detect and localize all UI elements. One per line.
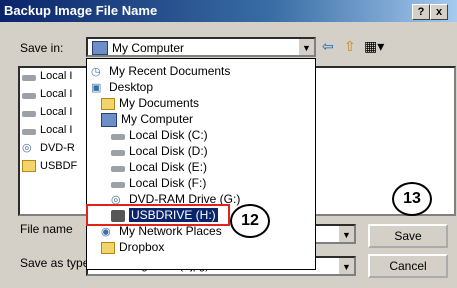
drive-icon xyxy=(22,92,36,99)
computer-icon xyxy=(92,41,108,55)
desktop-icon: ▣ xyxy=(91,81,102,94)
view-menu-icon[interactable]: ▦▾ xyxy=(364,38,384,55)
dropdown-item-dropbox[interactable]: Dropbox xyxy=(101,239,164,255)
file-name-label: File name xyxy=(20,222,73,236)
dropbox-folder-icon xyxy=(101,241,115,254)
back-arrow-icon[interactable]: ⇦ xyxy=(322,38,334,55)
dropdown-item-my-documents[interactable]: My Documents xyxy=(101,95,199,111)
dropdown-item-local-disk-e[interactable]: Local Disk (E:) xyxy=(111,159,207,175)
dropdown-item-my-computer[interactable]: My Computer xyxy=(101,111,193,127)
drive-icon xyxy=(22,74,36,81)
network-icon: ◉ xyxy=(101,225,111,238)
save-as-type-label: Save as type: xyxy=(20,256,93,270)
dropdown-item-local-disk-c[interactable]: Local Disk (C:) xyxy=(111,127,208,143)
dvd-drive-icon: ◎ xyxy=(22,142,32,155)
title-bar: Backup Image File Name ? x xyxy=(0,0,457,22)
list-item[interactable]: Local I xyxy=(22,70,72,86)
close-button[interactable]: x xyxy=(430,4,448,20)
dropdown-item-local-disk-d[interactable]: Local Disk (D:) xyxy=(111,143,208,159)
save-button[interactable]: Save xyxy=(368,224,448,248)
drive-icon xyxy=(111,166,125,173)
list-item[interactable]: Local I xyxy=(22,124,72,140)
list-item[interactable]: Local I xyxy=(22,88,72,104)
drive-icon xyxy=(111,134,125,141)
callout-12: 12 xyxy=(230,204,270,238)
documents-icon xyxy=(101,97,115,110)
dropdown-item-desktop[interactable]: ▣ Desktop xyxy=(91,79,153,95)
chevron-down-icon[interactable]: ▼ xyxy=(298,39,314,55)
save-in-dropdown-list[interactable]: ◷ My Recent Documents ▣ Desktop My Documen… xyxy=(86,58,316,270)
dropdown-item-my-recent-documents[interactable]: ◷ My Recent Documents xyxy=(91,63,230,79)
list-item[interactable]: USBDF xyxy=(22,160,77,176)
dialog-title: Backup Image File Name xyxy=(4,3,158,18)
backup-image-file-name-dialog: Backup Image File Name ? x Save in: My C… xyxy=(0,0,457,288)
drive-icon xyxy=(111,182,125,189)
dropdown-item-local-disk-f[interactable]: Local Disk (F:) xyxy=(111,175,206,191)
chevron-down-icon[interactable]: ▼ xyxy=(338,258,354,274)
cancel-button[interactable]: Cancel xyxy=(368,254,448,278)
drive-icon xyxy=(22,110,36,117)
folder-icon xyxy=(22,160,36,173)
callout-13: 13 xyxy=(392,182,432,216)
drive-icon xyxy=(22,128,36,135)
chevron-down-icon[interactable]: ▼ xyxy=(338,226,354,242)
help-button[interactable]: ? xyxy=(412,4,430,20)
save-in-value: My Computer xyxy=(112,41,185,55)
recent-documents-icon: ◷ xyxy=(91,65,101,78)
usbdrive-highlight-box xyxy=(86,204,230,226)
save-in-label: Save in: xyxy=(20,41,64,55)
list-item[interactable]: Local I xyxy=(22,106,72,122)
up-folder-icon[interactable]: ⇧ xyxy=(344,38,356,55)
save-in-combo[interactable]: My Computer ▼ xyxy=(86,37,316,57)
computer-icon xyxy=(101,112,117,127)
list-item[interactable]: ◎ DVD-R xyxy=(22,142,75,158)
drive-icon xyxy=(111,150,125,157)
